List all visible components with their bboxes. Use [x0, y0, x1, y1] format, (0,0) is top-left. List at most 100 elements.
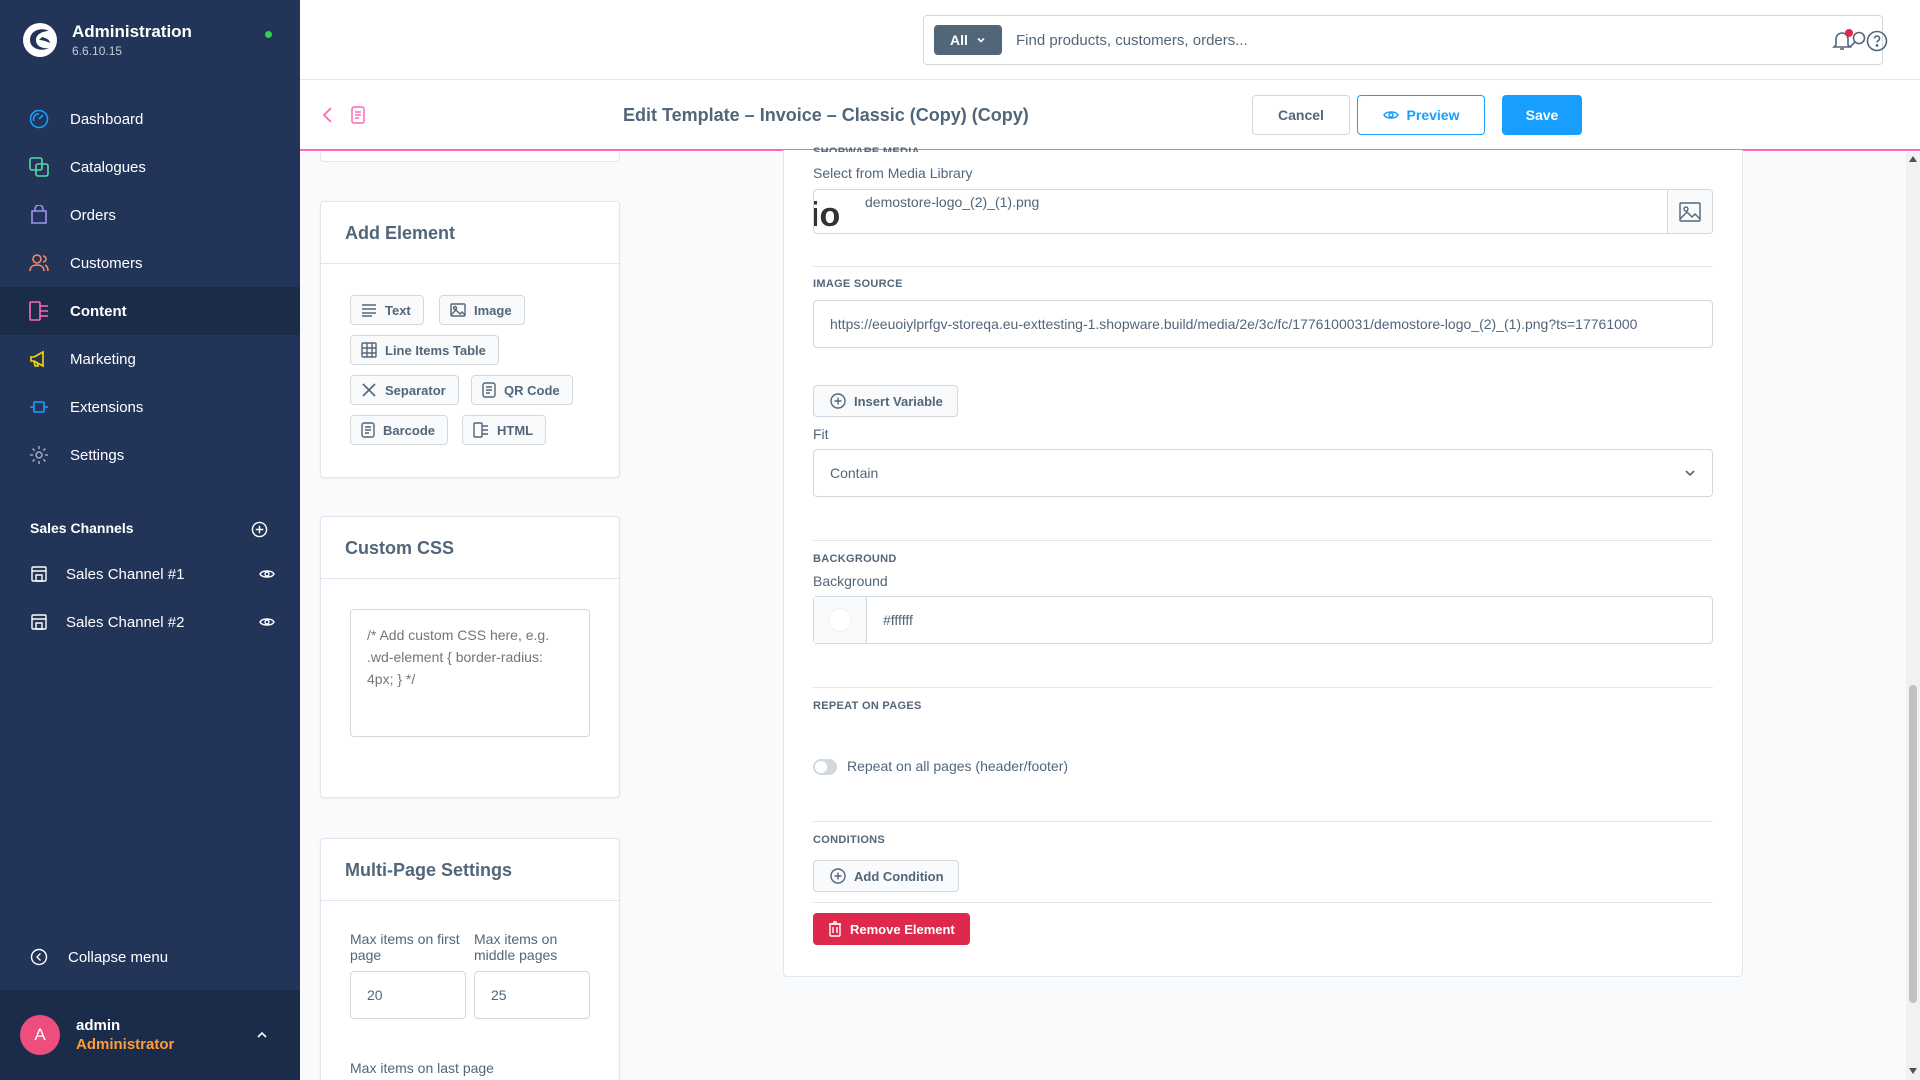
- search-scope-dropdown[interactable]: All: [934, 25, 1002, 55]
- sales-channels-title: Sales Channels: [30, 520, 134, 536]
- media-picker[interactable]: io demostore-logo_(2)_(1).png: [813, 189, 1713, 234]
- nav-label: Customers: [70, 254, 143, 272]
- add-image-button[interactable]: Image: [439, 295, 525, 325]
- cancel-button[interactable]: Cancel: [1252, 95, 1350, 135]
- button-label: Remove Element: [850, 921, 955, 937]
- separator-icon: [362, 383, 376, 397]
- page-title: Edit Template – Invoice – Classic (Copy)…: [623, 105, 1029, 125]
- add-qr-code-button[interactable]: QR Code: [471, 375, 573, 405]
- marketing-icon: [28, 348, 50, 370]
- fit-label: Fit: [813, 426, 829, 442]
- open-media-library-button[interactable]: [1667, 190, 1712, 233]
- background-label: Background: [813, 573, 888, 589]
- collapse-menu-button[interactable]: Collapse menu: [30, 948, 168, 966]
- eye-icon[interactable]: [259, 566, 275, 582]
- eye-icon[interactable]: [259, 614, 275, 630]
- nav-label: Orders: [70, 206, 116, 224]
- save-button[interactable]: Save: [1502, 95, 1582, 135]
- button-label: Separator: [385, 382, 446, 398]
- max-first-page-input[interactable]: 20: [350, 971, 466, 1019]
- color-swatch-preview: [828, 608, 852, 632]
- insert-variable-button[interactable]: Insert Variable: [813, 385, 958, 417]
- eye-icon: [1382, 111, 1399, 119]
- html-icon: [473, 422, 488, 438]
- sales-channel-item[interactable]: Sales Channel #2: [30, 613, 275, 631]
- nav-item-dashboard[interactable]: Dashboard: [0, 95, 300, 143]
- remove-element-button[interactable]: Remove Element: [813, 913, 970, 945]
- status-indicator: [265, 31, 272, 38]
- table-icon: [361, 342, 377, 358]
- divider: [813, 540, 1713, 541]
- add-line-items-table-button[interactable]: Line Items Table: [350, 335, 499, 365]
- background-color-field[interactable]: #ffffff: [813, 596, 1713, 644]
- color-swatch[interactable]: [814, 597, 867, 643]
- scroll-thumb[interactable]: [1909, 685, 1917, 1003]
- media-library-label: Select from Media Library: [813, 165, 973, 181]
- chevron-down-icon: [1685, 470, 1695, 477]
- top-header: All: [300, 0, 1920, 80]
- page-scrollbar[interactable]: [1906, 152, 1920, 1080]
- back-arrow-icon[interactable]: [320, 106, 336, 124]
- nav-item-content[interactable]: Content: [0, 287, 300, 335]
- user-role: Administrator: [76, 1036, 175, 1053]
- brand-version: 6.6.10.15: [72, 44, 123, 58]
- repeat-label: Repeat on all pages (header/footer): [847, 758, 1069, 774]
- nav-item-marketing[interactable]: Marketing: [0, 335, 300, 383]
- orders-icon: [28, 204, 50, 226]
- section-label-image-source: IMAGE SOURCE: [813, 278, 903, 290]
- trash-icon: [829, 921, 841, 937]
- add-barcode-button[interactable]: Barcode: [350, 415, 449, 445]
- element-properties-panel: SHOPWARE MEDIA Select from Media Library…: [783, 146, 1743, 977]
- nav-item-catalogues[interactable]: Catalogues: [0, 143, 300, 191]
- help-icon[interactable]: [1866, 30, 1888, 52]
- plus-circle-icon: [830, 393, 846, 409]
- nav-item-extensions[interactable]: Extensions: [0, 383, 300, 431]
- card-title: Custom CSS: [321, 517, 619, 579]
- text-lines-icon: [362, 304, 376, 317]
- media-thumbnail: io: [813, 196, 841, 234]
- qr-code-icon: [482, 382, 496, 398]
- section-label-conditions: CONDITIONS: [813, 834, 886, 846]
- repeat-toggle[interactable]: [813, 759, 837, 775]
- add-sales-channel-icon[interactable]: [251, 521, 268, 538]
- content-icon: [28, 300, 50, 322]
- divider: [813, 266, 1713, 267]
- chevron-up-icon[interactable]: [255, 1028, 269, 1042]
- max-first-page-label: Max items on first page: [350, 931, 460, 963]
- nav-item-customers[interactable]: Customers: [0, 239, 300, 287]
- chevron-down-icon: [977, 37, 985, 43]
- brand[interactable]: Administration 6.6.10.15: [22, 22, 192, 58]
- sales-channel-label: Sales Channel #2: [66, 613, 185, 631]
- card-title: Add Element: [321, 202, 619, 264]
- preview-button[interactable]: Preview: [1357, 95, 1485, 135]
- user-name: admin: [76, 1017, 121, 1034]
- search-input[interactable]: [1016, 16, 1816, 64]
- image-source-input[interactable]: https://eeuoiylprfgv-storeqa.eu-exttesti…: [813, 300, 1713, 348]
- nav-item-settings[interactable]: Settings: [0, 431, 300, 479]
- button-label: Insert Variable: [854, 393, 943, 409]
- nav-label: Settings: [70, 446, 125, 464]
- sales-channel-item[interactable]: Sales Channel #1: [30, 565, 275, 583]
- max-last-page-label: Max items on last page: [350, 1060, 494, 1076]
- extensions-icon: [28, 396, 50, 418]
- max-middle-pages-input[interactable]: 25: [474, 971, 590, 1019]
- custom-css-textarea[interactable]: [350, 609, 590, 737]
- add-html-button[interactable]: HTML: [462, 415, 547, 445]
- button-label: Image: [474, 302, 512, 318]
- add-separator-button[interactable]: Separator: [350, 375, 459, 405]
- avatar[interactable]: A: [20, 1015, 60, 1055]
- customers-icon: [28, 252, 50, 274]
- scroll-down-icon[interactable]: [1909, 1068, 1917, 1074]
- divider: [813, 687, 1713, 688]
- scroll-up-icon[interactable]: [1909, 156, 1917, 162]
- main-nav: Dashboard Catalogues Orders Customers Co…: [0, 95, 300, 479]
- notification-badge: [1845, 29, 1853, 37]
- max-middle-pages-label: Max items on middle pages: [474, 931, 558, 963]
- button-label: Add Condition: [854, 868, 944, 884]
- divider: [813, 821, 1713, 822]
- background-color-value: #ffffff: [883, 612, 913, 628]
- add-condition-button[interactable]: Add Condition: [813, 860, 959, 892]
- nav-item-orders[interactable]: Orders: [0, 191, 300, 239]
- add-text-button[interactable]: Text: [350, 295, 424, 325]
- fit-select[interactable]: Contain: [813, 449, 1713, 497]
